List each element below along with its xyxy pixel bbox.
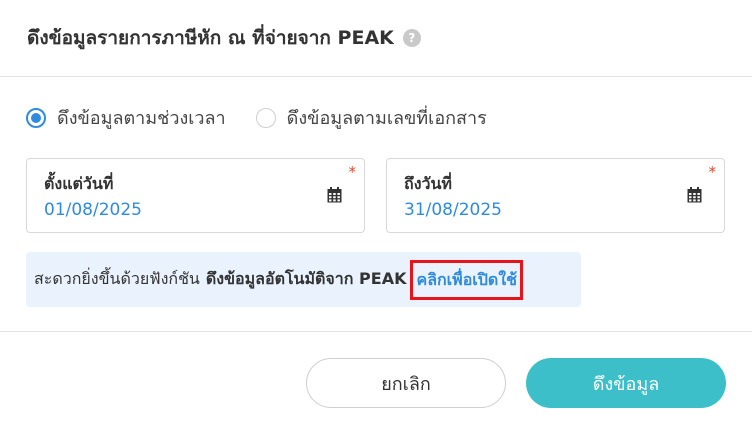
date-from-field[interactable]: ตั้งแต่วันที่ * <box>26 158 365 233</box>
radio-button-by-document[interactable] <box>255 107 276 128</box>
info-text: สะดวกยิ่งขึ้นด้วยฟังก์ชัน <box>34 269 200 288</box>
date-to-field[interactable]: ถึงวันที่ * <box>386 158 725 233</box>
fetch-data-button[interactable]: ดึงข้อมูล <box>526 358 726 408</box>
radio-label-by-period: ดึงข้อมูลตามช่วงเวลา <box>57 108 226 129</box>
required-mark: * <box>708 163 717 181</box>
date-from-input[interactable] <box>44 200 284 220</box>
auto-fetch-info-banner: สะดวกยิ่งขึ้นด้วยฟังก์ชัน ดึงข้อมูลอัตโน… <box>26 252 581 307</box>
dialog-title: ดึงข้อมูลรายการภาษีหัก ณ ที่จ่ายจาก PEAK <box>27 27 394 49</box>
help-icon[interactable]: ? <box>402 29 421 47</box>
info-feature-name: ดึงข้อมูลอัตโนมัติจาก PEAK <box>205 269 407 288</box>
calendar-icon[interactable] <box>687 187 702 203</box>
radio-option-by-document[interactable]: ดึงข้อมูลตามเลขที่เอกสาร <box>255 103 487 132</box>
radio-label-by-document: ดึงข้อมูลตามเลขที่เอกสาร <box>286 108 487 129</box>
dialog-header: ดึงข้อมูลรายการภาษีหัก ณ ที่จ่ายจาก PEAK… <box>0 0 752 77</box>
radio-option-by-period[interactable]: ดึงข้อมูลตามช่วงเวลา <box>26 103 226 132</box>
footer-divider <box>0 331 752 332</box>
cancel-button[interactable]: ยกเลิก <box>306 358 506 408</box>
date-to-input[interactable] <box>404 200 644 220</box>
date-to-label: ถึงวันที่ <box>404 174 452 193</box>
fetch-mode-group: ดึงข้อมูลตามช่วงเวลา ดึงข้อมูลตามเลขที่เ… <box>26 103 517 132</box>
radio-button-by-period[interactable] <box>26 107 46 128</box>
enable-auto-fetch-link[interactable]: คลิกเพื่อเปิดใช้ <box>410 259 523 300</box>
calendar-icon[interactable] <box>327 187 342 203</box>
date-from-label: ตั้งแต่วันที่ <box>44 174 114 193</box>
required-mark: * <box>348 163 357 181</box>
fetch-withholding-tax-dialog: ดึงข้อมูลรายการภาษีหัก ณ ที่จ่ายจาก PEAK… <box>0 0 752 431</box>
